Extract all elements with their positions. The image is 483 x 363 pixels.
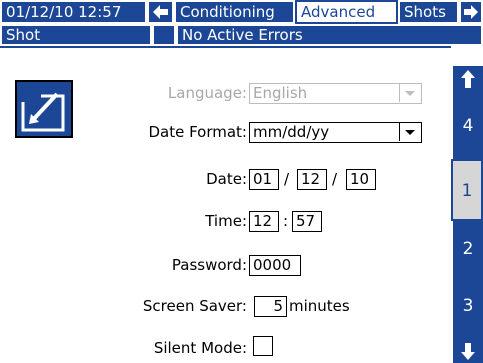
date-label: Date: [206,170,247,188]
nav-page-4-label: 4 [462,116,474,136]
language-value: English [253,84,308,102]
tab-prev-button[interactable] [147,0,174,24]
arrow-right-icon [464,5,478,19]
chevron-down-icon [405,130,415,135]
nav-top-filler [451,46,483,66]
chevron-down-icon [405,91,415,96]
language-label: Language: [167,84,247,102]
status-spacer [152,24,176,46]
tab-conditioning[interactable]: Conditioning [174,0,295,24]
date-format-label: Date Format: [148,123,247,141]
tab-next-button[interactable] [459,0,483,24]
date-year-field[interactable]: 10 [346,169,376,190]
arrow-up-icon [461,70,475,88]
time-label: Time: [205,212,247,230]
date-day-field[interactable]: 12 [297,169,327,190]
screensaver-unit: minutes [289,297,350,315]
nav-scroll-up-button[interactable] [451,66,483,93]
tab-shots[interactable]: Shots [398,0,459,24]
password-field[interactable]: 0000 [249,255,301,276]
time-minute-field[interactable]: 57 [292,211,322,232]
arrow-down-icon [461,343,475,360]
silent-mode-checkbox[interactable] [253,336,273,356]
error-status: No Active Errors [176,24,483,46]
date-separator: / [332,170,338,188]
tab-advanced[interactable]: Advanced [295,0,398,24]
silent-mode-label: Silent Mode: [153,339,247,357]
content-divider [0,46,451,48]
pencil-arrow-icon [19,90,65,132]
edit-mode-icon[interactable] [15,80,73,138]
date-format-select[interactable]: mm/dd/yy [249,122,422,143]
nav-page-2[interactable]: 2 [451,221,483,282]
screensaver-field[interactable]: 5 [254,296,287,317]
nav-page-1[interactable]: 1 [451,159,483,221]
date-format-value: mm/dd/yy [253,123,330,141]
time-separator: : [283,212,289,230]
screensaver-label: Screen Saver: [142,297,247,315]
nav-page-3[interactable]: 3 [451,282,483,340]
password-label: Password: [171,256,247,274]
time-hour-field[interactable]: 12 [249,211,279,232]
date-format-dropdown-arrow[interactable] [399,123,421,141]
language-select: English [249,83,422,104]
language-dropdown-arrow [399,84,421,102]
datetime-display: 01/12/10 12:57 [0,0,147,24]
nav-page-1-label: 1 [461,181,473,201]
nav-page-3-label: 3 [462,296,474,316]
nav-page-4[interactable]: 4 [451,93,483,159]
arrow-left-icon [153,5,168,19]
nav-scroll-down-button[interactable] [451,340,483,363]
date-separator: / [284,170,290,188]
date-month-field[interactable]: 01 [249,169,279,190]
nav-page-2-label: 2 [462,239,474,259]
mode-indicator: Shot [0,24,152,46]
